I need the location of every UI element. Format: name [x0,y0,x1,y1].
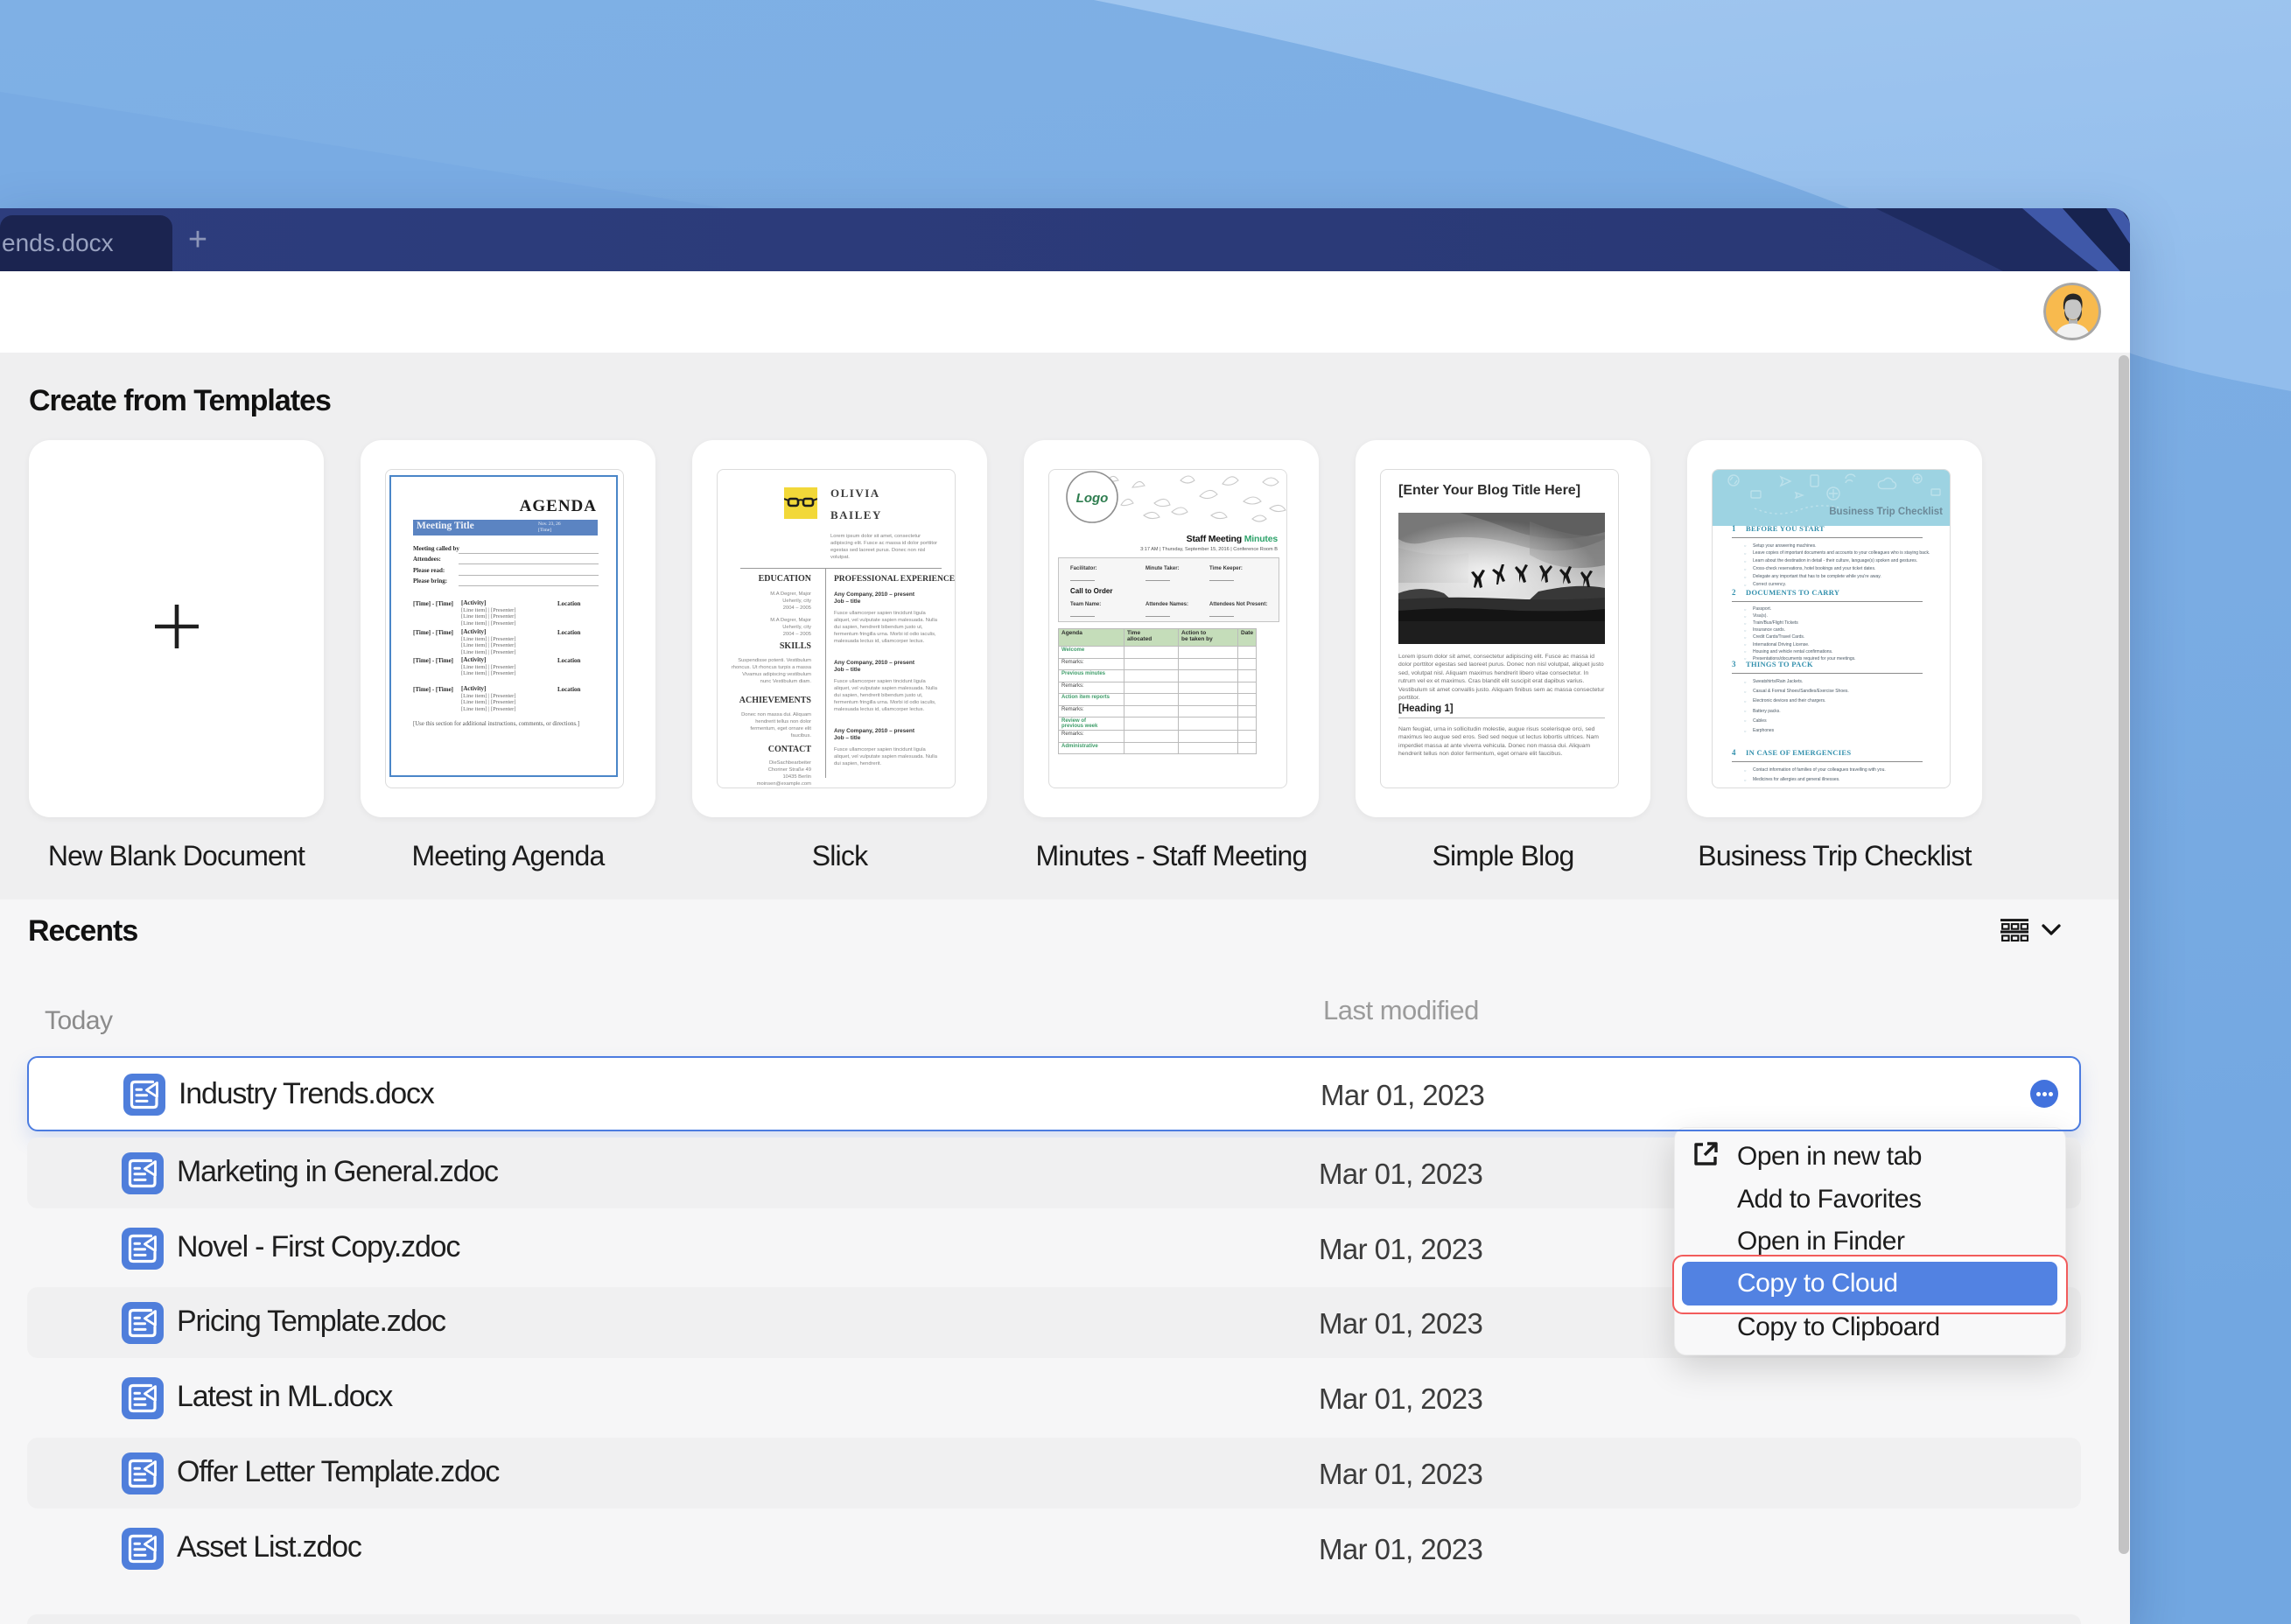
svg-text:Logo: Logo [1076,491,1109,506]
